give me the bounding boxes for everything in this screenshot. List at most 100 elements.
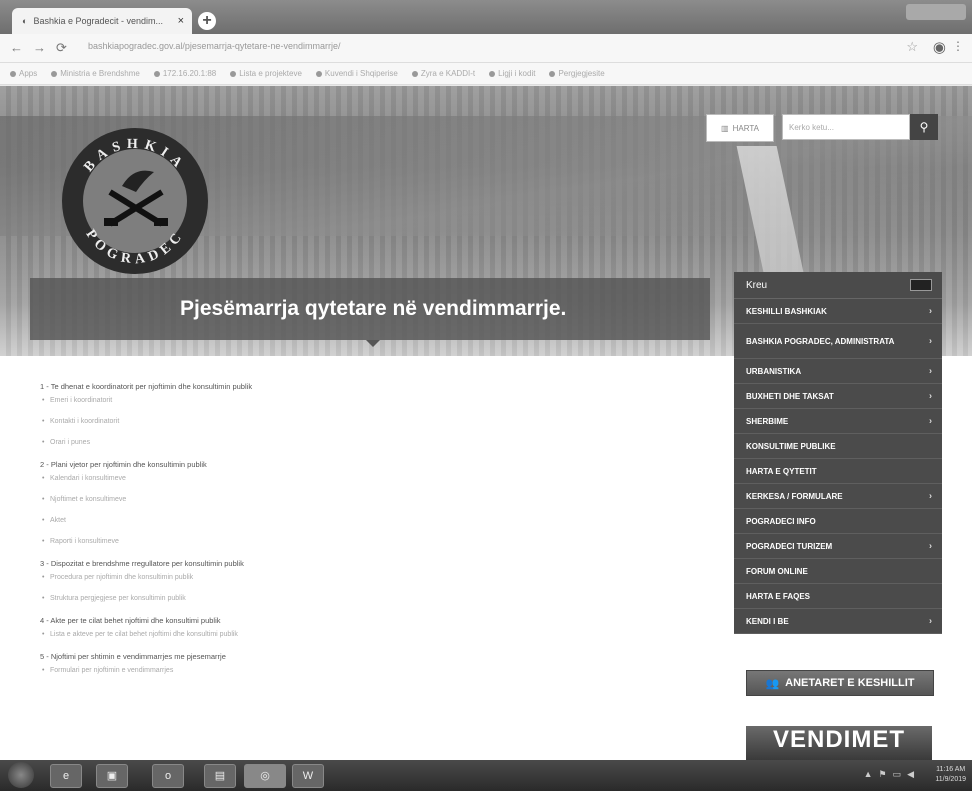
media-icon[interactable]: ▣ [96,764,128,788]
browser-tab[interactable]: ◐ Bashkia e Pogradecit - vendim... × [12,8,192,34]
council-members-label: ANETARET E KESHILLIT [785,677,915,689]
bookmark-label: 172.16.20.1:88 [162,69,217,78]
word-icon[interactable]: W [292,764,324,788]
side-menu-item-label: KESHILLI BASHKIAK [746,306,827,316]
chevron-right-icon: › [929,415,932,426]
bookmark-label: Zyra e KADDI-t [420,69,476,78]
side-menu-item[interactable]: BASHKIA POGRADEC, ADMINISTRATA › [734,324,942,359]
search-input[interactable]: Kerko ketu... [782,114,910,140]
side-menu-item[interactable]: KENDI I BE › [734,609,942,634]
system-tray-icons[interactable]: ▲⚑▭◀ [864,769,920,780]
bookmark-item[interactable]: Lista e projekteve [230,69,302,78]
section-link[interactable]: Emeri i koordinatorit [42,397,660,404]
chevron-right-icon: › [929,390,932,401]
side-menu-item[interactable]: KONSULTIME PUBLIKE [734,434,942,459]
section-link[interactable]: Kalendari i konsultimeve [42,475,660,482]
decisions-banner[interactable]: VENDIMET [746,726,932,760]
bookmark-icon [489,70,496,77]
chevron-right-icon: › [929,540,932,551]
section-link[interactable]: Lista e akteve per te cilat behet njofti… [42,631,660,638]
chrome-icon[interactable]: ◎ [244,764,286,788]
bookmark-item[interactable]: Zyra e KADDI-t [411,69,476,78]
bookmark-star-icon[interactable]: ☆ [906,39,918,55]
navigation-icons[interactable]: ←→⟳ [10,40,77,56]
page-title: Pjesëmarrja qytetare në vendimmarrje. [180,297,567,320]
bookmark-item[interactable]: Pergjegjesite [549,69,605,78]
section-link[interactable]: Kontakti i koordinatorit [42,418,660,425]
side-menu-item-label: HARTA E FAQES [746,591,811,601]
bookmark-icon [549,70,556,77]
section-link[interactable]: Aktet [42,517,660,524]
bookmark-label: Kuvendi i Shqiperise [324,69,398,78]
section-link[interactable]: Formulari per njoftimin e vendimmarrjes [42,667,660,674]
close-tab-icon[interactable]: × [178,15,184,27]
bookmark-item[interactable]: Kuvendi i Shqiperise [315,69,398,78]
section-title: 2 - Plani vjetor per njoftimin dhe konsu… [40,460,207,469]
folder-icon[interactable]: ▤ [204,764,236,788]
side-menu-item-label: KENDI I BE [746,616,789,626]
side-menu-item[interactable]: HARTA E FAQES [734,584,942,609]
section-link[interactable]: Struktura pergjegjese per konsultimin pu… [42,595,660,602]
bookmark-icon [411,70,418,77]
web-page: BASHKIA POGRADEC ▥ HARTA Kerko ketu... ⚲… [0,86,972,760]
side-menu-item[interactable]: BUXHETI DHE TAKSAT › [734,384,942,409]
section-title: 5 - Njoftimi per shtimin e vendimmarrjes… [40,652,226,661]
side-menu-item-label: POGRADECI INFO [746,516,816,526]
side-menu-header[interactable]: Kreu [734,272,942,299]
bookmark-label: Apps [19,69,38,78]
section-title: 4 - Akte per te cilat behet njoftimi dhe… [40,616,221,625]
account-icon[interactable]: ◉ [933,38,946,56]
os-taskbar: e ▣ o ▤ ◎ W ▲⚑▭◀ 11:16 AM 11/9/2019 [0,760,972,791]
chevron-right-icon: › [929,490,932,501]
council-members-banner[interactable]: 👥 ANETARET E KESHILLIT [746,670,934,696]
municipality-logo[interactable]: BASHKIA POGRADEC [62,128,208,274]
outlook-icon[interactable]: o [152,764,184,788]
side-menu-item[interactable]: URBANISTIKA › [734,359,942,384]
chevron-right-icon: › [929,305,932,316]
bookmark-item[interactable]: Apps [10,69,37,78]
side-menu-item[interactable]: FORUM ONLINE [734,559,942,584]
map-button-label: HARTA [732,123,759,133]
side-menu-item[interactable]: KERKESA / FORMULARE › [734,484,942,509]
map-button[interactable]: ▥ HARTA [706,114,774,142]
section-title: 3 - Dispozitat e brendshme rregullatore … [40,559,244,568]
bookmark-icon [315,70,322,77]
side-menu-item-label: HARTA E QYTETIT [746,466,817,476]
tab-title: Bashkia e Pogradecit - vendim... [33,16,164,26]
url-field[interactable]: bashkiapogradec.gov.al/pjesemarrja-qytet… [88,41,340,51]
side-menu-item[interactable]: KESHILLI BASHKIAK › [734,299,942,324]
chevron-right-icon: › [929,365,932,376]
browser-menu-icon[interactable]: ⋮ [952,39,964,53]
new-tab-button[interactable]: + [198,12,216,30]
section-link[interactable]: Njoftimet e konsultimeve [42,496,660,503]
side-menu-item[interactable]: SHERBIME › [734,409,942,434]
section-title: 1 - Te dhenat e koordinatorit per njofti… [40,382,253,391]
flag-icon[interactable] [910,279,932,291]
window-controls[interactable] [906,4,966,20]
logo-emblem: BASHKIA POGRADEC [81,137,187,267]
system-clock[interactable]: 11:16 AM 11/9/2019 [935,765,966,785]
section-link[interactable]: Raporti i konsultimeve [42,538,660,545]
side-menu-heading: Kreu [746,279,768,291]
side-menu-item[interactable]: HARTA E QYTETIT [734,459,942,484]
bookmark-item[interactable]: Ministria e Brendshme [51,69,140,78]
decisions-label: VENDIMET [772,726,905,753]
bookmark-label: Ligji i kodit [498,69,536,78]
internet-explorer-icon[interactable]: e [50,764,82,788]
main-content: 1 - Te dhenat e koordinatorit per njofti… [40,382,660,688]
bookmark-item[interactable]: 172.16.20.1:88 [153,69,217,78]
side-menu-item[interactable]: POGRADECI TURIZEM › [734,534,942,559]
bookmark-icon [153,70,160,77]
side-menu-item[interactable]: POGRADECI INFO [734,509,942,534]
chevron-right-icon: › [929,335,932,346]
section-link[interactable]: Orari i punes [42,439,660,446]
map-icon: ▥ [721,123,729,133]
start-button[interactable] [8,762,34,788]
search-icon: ⚲ [919,120,929,134]
bookmark-label: Pergjegjesite [558,69,605,78]
browser-tab-strip: ◐ Bashkia e Pogradecit - vendim... × + [0,0,972,34]
section-link[interactable]: Procedura per njoftimin dhe konsultimin … [42,574,660,581]
side-menu-item-label: BUXHETI DHE TAKSAT [746,391,834,401]
search-button[interactable]: ⚲ [910,114,938,140]
bookmark-item[interactable]: Ligji i kodit [489,69,535,78]
